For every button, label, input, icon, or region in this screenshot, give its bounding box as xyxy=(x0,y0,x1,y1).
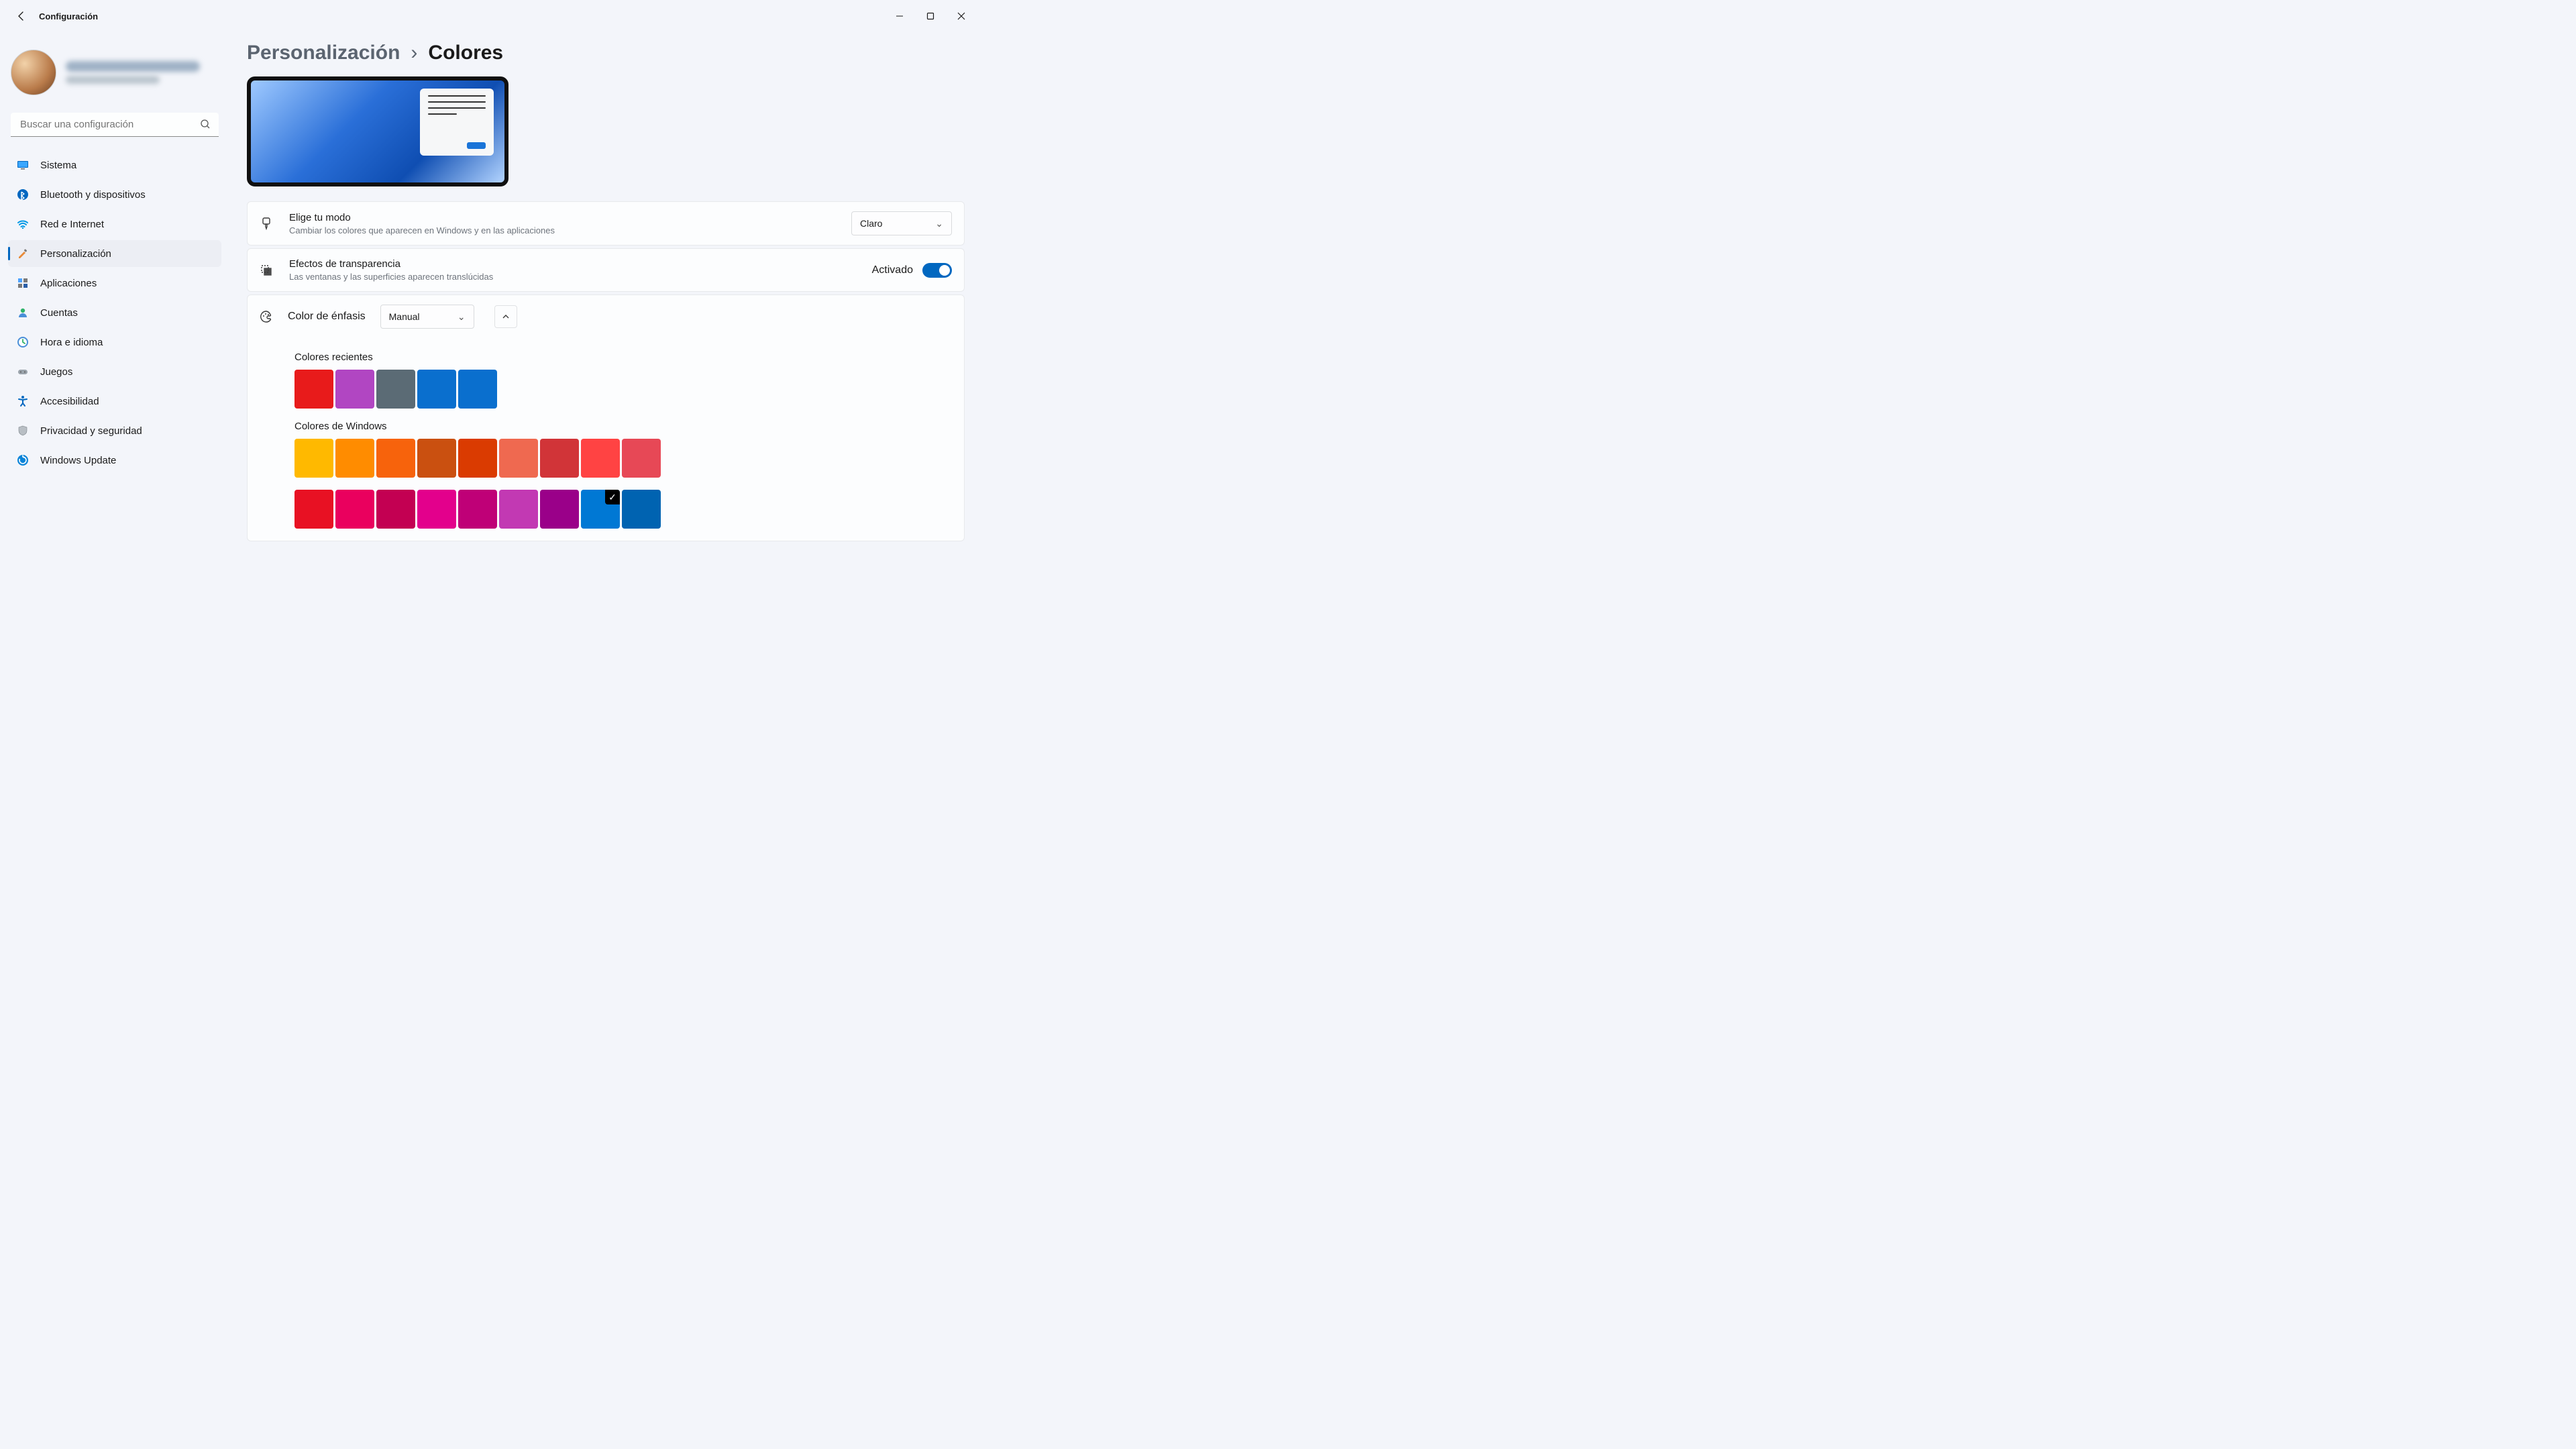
sidebar-item-label: Windows Update xyxy=(40,455,116,466)
sidebar-item-label: Cuentas xyxy=(40,307,78,319)
apps-icon xyxy=(16,276,30,290)
accent-title: Color de énfasis xyxy=(288,311,366,323)
sidebar-item-wifi[interactable]: Red e Internet xyxy=(8,211,221,237)
transparency-subtitle: Las ventanas y las superficies aparecen … xyxy=(289,272,857,282)
sidebar-item-privacy[interactable]: Privacidad y seguridad xyxy=(8,417,221,444)
chevron-down-icon: ⌄ xyxy=(935,218,943,229)
back-button[interactable] xyxy=(12,7,31,25)
color-swatch[interactable] xyxy=(376,439,415,478)
transparency-toggle[interactable] xyxy=(922,263,952,278)
system-icon xyxy=(16,158,30,172)
transparency-icon xyxy=(260,264,274,277)
color-swatch[interactable] xyxy=(335,370,374,409)
color-swatch[interactable] xyxy=(294,370,333,409)
brush-icon xyxy=(260,217,274,230)
setting-choose-mode: Elige tu modo Cambiar los colores que ap… xyxy=(247,201,965,246)
sidebar-item-label: Juegos xyxy=(40,366,72,378)
sidebar-item-label: Hora e idioma xyxy=(40,337,103,348)
color-swatch[interactable] xyxy=(458,439,497,478)
sidebar-item-gaming[interactable]: Juegos xyxy=(8,358,221,385)
color-swatch[interactable] xyxy=(499,490,538,529)
color-swatch[interactable] xyxy=(417,490,456,529)
maximize-button[interactable] xyxy=(915,5,946,27)
avatar xyxy=(11,50,56,95)
setting-transparency: Efectos de transparencia Las ventanas y … xyxy=(247,248,965,292)
sidebar-item-time[interactable]: Hora e idioma xyxy=(8,329,221,356)
mode-subtitle: Cambiar los colores que aparecen en Wind… xyxy=(289,225,837,235)
color-swatch[interactable] xyxy=(294,439,333,478)
sidebar-item-label: Red e Internet xyxy=(40,219,104,230)
search-input[interactable] xyxy=(11,113,219,137)
personalize-icon xyxy=(16,247,30,260)
palette-icon xyxy=(260,310,273,323)
profile-email xyxy=(66,76,160,84)
mode-dropdown[interactable]: Claro ⌄ xyxy=(851,211,952,235)
color-swatch[interactable] xyxy=(335,490,374,529)
color-swatch[interactable] xyxy=(581,439,620,478)
collapse-button[interactable] xyxy=(494,305,517,328)
update-icon xyxy=(16,453,30,467)
check-icon: ✓ xyxy=(605,490,620,504)
sidebar-item-accounts[interactable]: Cuentas xyxy=(8,299,221,326)
sidebar-item-label: Bluetooth y dispositivos xyxy=(40,189,146,201)
wifi-icon xyxy=(16,217,30,231)
chevron-down-icon: ⌄ xyxy=(458,311,466,323)
color-swatch[interactable] xyxy=(376,370,415,409)
transparency-state: Activado xyxy=(872,264,913,276)
theme-preview xyxy=(247,76,508,186)
privacy-icon xyxy=(16,424,30,437)
color-swatch[interactable] xyxy=(540,490,579,529)
sidebar-item-system[interactable]: Sistema xyxy=(8,152,221,178)
color-swatch[interactable] xyxy=(458,490,497,529)
color-swatch[interactable]: ✓ xyxy=(581,490,620,529)
color-swatch[interactable] xyxy=(335,439,374,478)
sidebar-item-label: Privacidad y seguridad xyxy=(40,425,142,437)
sidebar-item-bluetooth[interactable]: Bluetooth y dispositivos xyxy=(8,181,221,208)
color-swatch[interactable] xyxy=(376,490,415,529)
sidebar-item-label: Accesibilidad xyxy=(40,396,99,407)
accessibility-icon xyxy=(16,394,30,408)
breadcrumb-current: Colores xyxy=(428,42,503,64)
chevron-right-icon: › xyxy=(411,42,417,64)
color-swatch[interactable] xyxy=(417,439,456,478)
color-swatch[interactable] xyxy=(458,370,497,409)
bluetooth-icon xyxy=(16,188,30,201)
windows-colors-label: Colores de Windows xyxy=(294,421,952,432)
profile-block[interactable] xyxy=(8,43,221,107)
minimize-button[interactable] xyxy=(884,5,915,27)
setting-accent-color: Color de énfasis Manual ⌄ xyxy=(248,295,964,338)
sidebar-item-accessibility[interactable]: Accesibilidad xyxy=(8,388,221,415)
close-button[interactable] xyxy=(946,5,977,27)
recent-colors-label: Colores recientes xyxy=(294,352,952,363)
sidebar-item-label: Aplicaciones xyxy=(40,278,97,289)
window-title: Configuración xyxy=(39,11,98,21)
color-swatch[interactable] xyxy=(417,370,456,409)
accounts-icon xyxy=(16,306,30,319)
color-swatch[interactable] xyxy=(622,490,661,529)
gaming-icon xyxy=(16,365,30,378)
mode-title: Elige tu modo xyxy=(289,212,837,223)
sidebar-item-label: Personalización xyxy=(40,248,111,260)
profile-name xyxy=(66,61,200,72)
sidebar-item-personalize[interactable]: Personalización xyxy=(8,240,221,267)
sidebar-item-label: Sistema xyxy=(40,160,76,171)
color-swatch[interactable] xyxy=(499,439,538,478)
breadcrumb-parent[interactable]: Personalización xyxy=(247,42,400,64)
color-swatch[interactable] xyxy=(540,439,579,478)
search-icon xyxy=(200,119,211,129)
breadcrumb: Personalización › Colores xyxy=(247,42,965,64)
sidebar-item-apps[interactable]: Aplicaciones xyxy=(8,270,221,297)
accent-dropdown[interactable]: Manual ⌄ xyxy=(380,305,474,329)
color-swatch[interactable] xyxy=(622,439,661,478)
sidebar-item-update[interactable]: Windows Update xyxy=(8,447,221,474)
transparency-title: Efectos de transparencia xyxy=(289,258,857,270)
time-icon xyxy=(16,335,30,349)
color-swatch[interactable] xyxy=(294,490,333,529)
